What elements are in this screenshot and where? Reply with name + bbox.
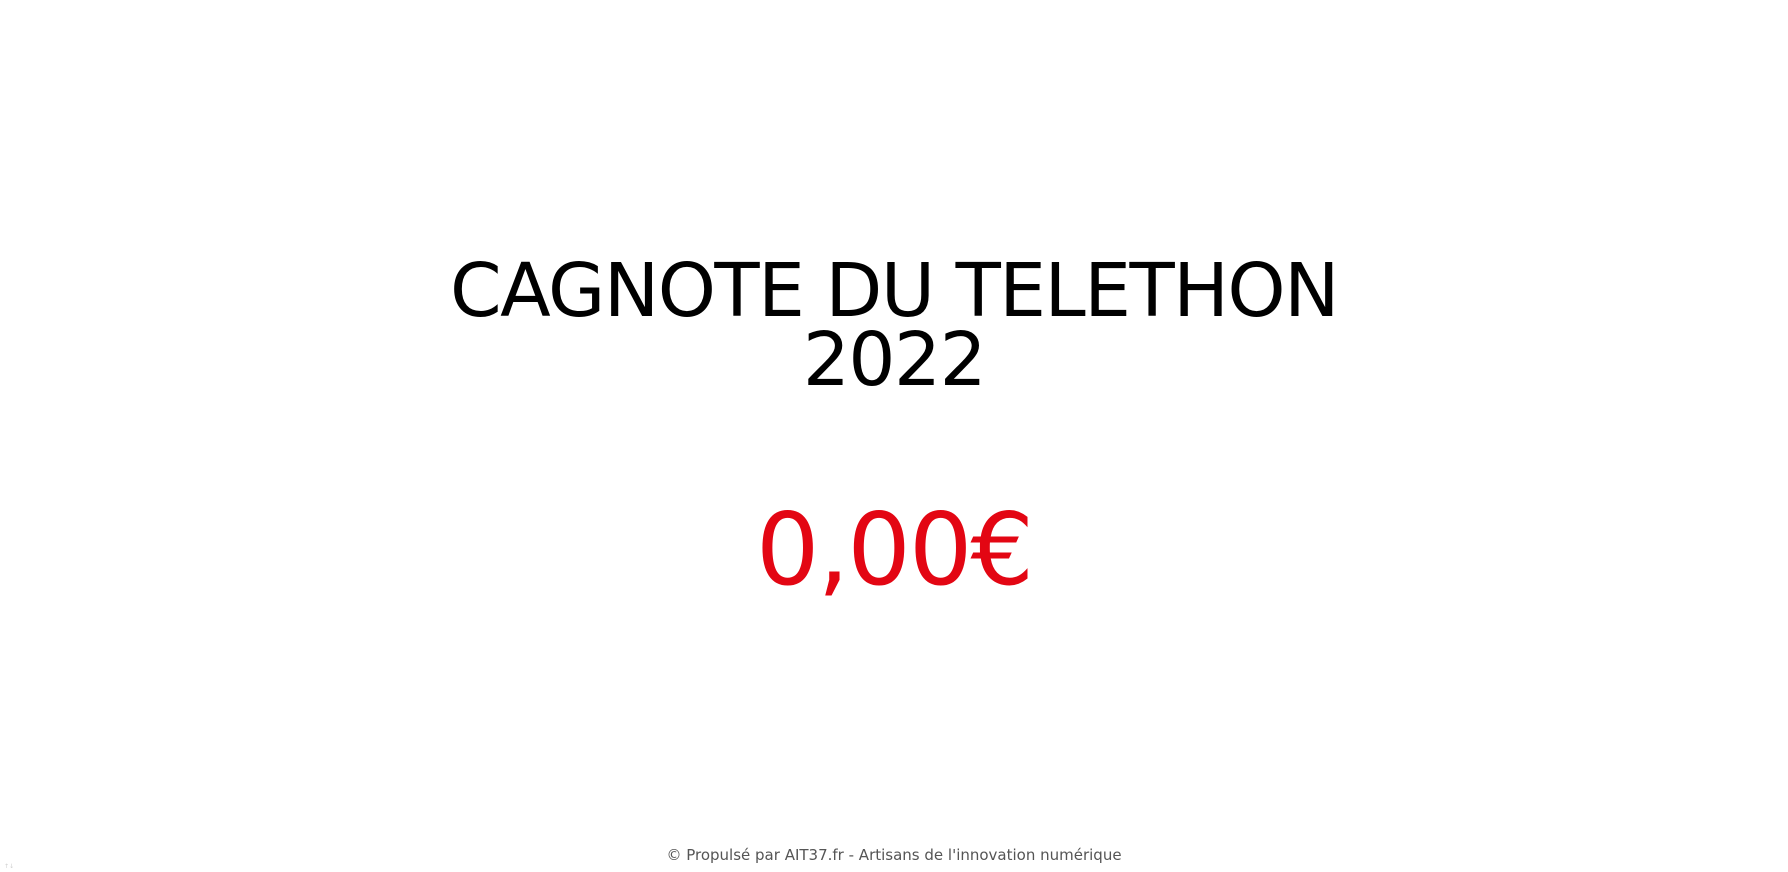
corner-mark: ↑↓ bbox=[4, 863, 15, 870]
donation-amount: 0,00€ bbox=[755, 491, 1034, 608]
page-title-line-2: 2022 bbox=[802, 317, 987, 403]
page-title-line-1: CAGNOTE DU TELETHON bbox=[450, 248, 1339, 334]
page-title: CAGNOTE DU TELETHON 2022 bbox=[0, 248, 1788, 403]
copyright-icon: © bbox=[666, 846, 682, 864]
footer: © Propulsé par AIT37.fr - Artisans de l'… bbox=[0, 845, 1788, 865]
footer-prefix: Propulsé par bbox=[686, 846, 780, 864]
footer-suffix: - Artisans de l'innovation numérique bbox=[848, 846, 1122, 864]
footer-link-ait37[interactable]: AIT37.fr bbox=[785, 846, 844, 864]
